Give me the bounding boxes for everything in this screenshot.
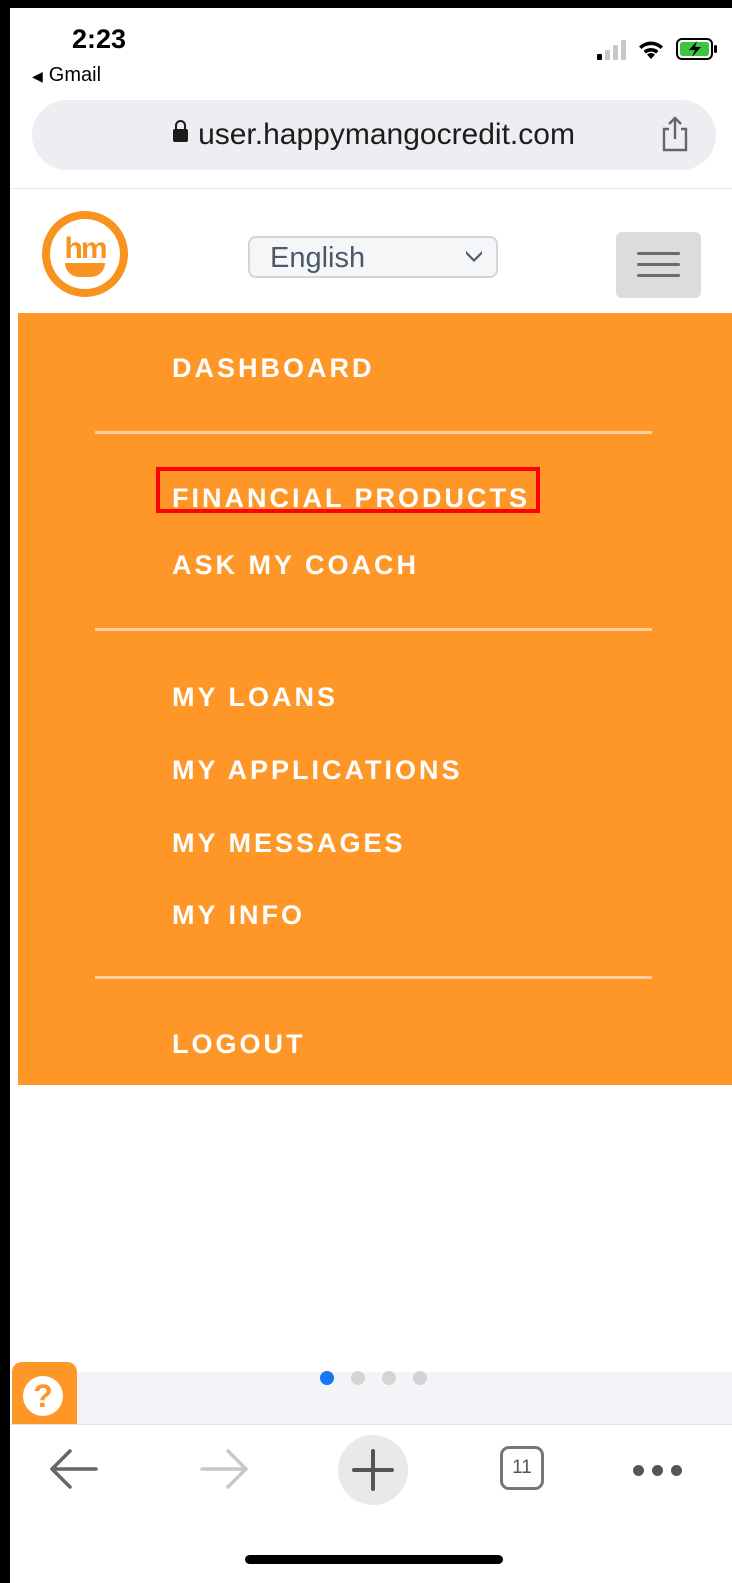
phone-screen: 2:23 ◀ Gmail user.happymangocredit.com h… bbox=[10, 8, 732, 1583]
carousel-dot-active[interactable] bbox=[320, 1371, 334, 1385]
carousel-dot[interactable] bbox=[382, 1371, 396, 1385]
carousel-dots bbox=[320, 1371, 427, 1385]
tabs-icon[interactable]: 11 bbox=[500, 1446, 544, 1490]
question-icon: ? bbox=[23, 1376, 63, 1416]
help-button[interactable]: ? bbox=[12, 1362, 77, 1424]
happy-mango-logo[interactable]: hm bbox=[42, 211, 128, 297]
share-icon[interactable] bbox=[660, 116, 690, 152]
menu-item-financial-products[interactable]: FINANCIAL PRODUCTS bbox=[172, 483, 530, 514]
menu-divider bbox=[95, 976, 652, 979]
logo-text: hm bbox=[64, 232, 108, 265]
menu-item-my-info[interactable]: MY INFO bbox=[172, 900, 305, 931]
home-indicator bbox=[245, 1555, 503, 1564]
carousel-dot[interactable] bbox=[413, 1371, 427, 1385]
language-selected: English bbox=[270, 242, 366, 274]
status-time: 2:23 bbox=[72, 24, 127, 54]
status-icons bbox=[597, 38, 718, 60]
navigation-menu: DASHBOARD FINANCIAL PRODUCTS ASK MY COAC… bbox=[18, 313, 732, 1085]
battery-charging-icon bbox=[676, 38, 717, 60]
wifi-icon bbox=[639, 41, 663, 59]
forward-arrow-icon[interactable] bbox=[198, 1447, 250, 1491]
carousel-dot[interactable] bbox=[351, 1371, 365, 1385]
lock-icon bbox=[173, 120, 189, 142]
menu-item-my-messages[interactable]: MY MESSAGES bbox=[172, 828, 406, 859]
hamburger-menu-button[interactable] bbox=[616, 232, 701, 298]
url-display: user.happymangocredit.com bbox=[32, 118, 716, 152]
back-app-label: Gmail bbox=[48, 64, 102, 86]
menu-item-my-loans[interactable]: MY LOANS bbox=[172, 682, 338, 713]
header-divider bbox=[10, 188, 732, 189]
url-text: user.happymangocredit.com bbox=[198, 118, 575, 151]
logo-smile-icon bbox=[65, 263, 105, 277]
chevron-down-icon bbox=[466, 251, 482, 262]
menu-item-ask-my-coach[interactable]: ASK MY COACH bbox=[172, 550, 419, 581]
more-icon[interactable] bbox=[633, 1465, 682, 1476]
plus-icon bbox=[352, 1449, 394, 1491]
menu-divider bbox=[95, 431, 652, 434]
back-to-gmail[interactable]: ◀ Gmail bbox=[32, 64, 101, 87]
menu-divider bbox=[95, 628, 652, 631]
cellular-signal-icon bbox=[597, 40, 626, 60]
back-triangle-icon: ◀ bbox=[32, 68, 43, 84]
new-tab-button[interactable] bbox=[338, 1435, 408, 1505]
language-select[interactable]: English bbox=[248, 236, 498, 278]
menu-item-dashboard[interactable]: DASHBOARD bbox=[172, 353, 375, 384]
menu-item-my-applications[interactable]: MY APPLICATIONS bbox=[172, 755, 463, 786]
menu-item-logout[interactable]: LOGOUT bbox=[172, 1029, 306, 1060]
address-bar[interactable]: user.happymangocredit.com bbox=[32, 100, 716, 170]
back-arrow-icon[interactable] bbox=[48, 1447, 100, 1491]
